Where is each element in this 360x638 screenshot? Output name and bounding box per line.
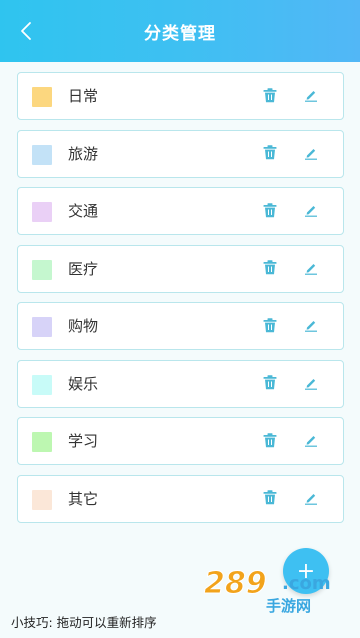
category-label: 学习 bbox=[68, 432, 99, 450]
plus-icon: + bbox=[296, 558, 316, 584]
page-title: 分类管理 bbox=[144, 23, 216, 44]
edit-button[interactable] bbox=[302, 86, 320, 104]
trash-icon bbox=[263, 375, 277, 390]
delete-button[interactable] bbox=[261, 86, 279, 104]
category-label: 日常 bbox=[68, 87, 99, 105]
delete-button[interactable] bbox=[261, 201, 279, 219]
pencil-icon bbox=[305, 436, 317, 447]
color-swatch bbox=[32, 202, 52, 222]
edit-button[interactable] bbox=[302, 431, 320, 449]
category-label: 娱乐 bbox=[68, 374, 99, 393]
category-label: 旅游 bbox=[68, 144, 99, 163]
category-item[interactable]: 交通 bbox=[17, 187, 344, 235]
app-header: 分类管理 bbox=[0, 0, 360, 62]
edit-button[interactable] bbox=[302, 144, 320, 162]
pencil-icon bbox=[305, 206, 317, 217]
edit-button[interactable] bbox=[302, 316, 320, 334]
reorder-tip: 小技巧: 拖动可以重新排序 bbox=[11, 615, 157, 630]
chevron-left-icon bbox=[21, 22, 31, 40]
pencil-icon bbox=[305, 148, 317, 160]
pencil-icon bbox=[305, 493, 317, 505]
color-swatch bbox=[32, 144, 52, 165]
edit-button[interactable] bbox=[302, 374, 320, 392]
delete-button[interactable] bbox=[261, 489, 279, 507]
category-label: 其它 bbox=[68, 489, 99, 508]
trash-icon bbox=[263, 145, 277, 160]
trash-icon bbox=[263, 432, 277, 447]
color-swatch bbox=[32, 259, 52, 280]
color-swatch bbox=[32, 432, 52, 452]
pencil-icon bbox=[305, 91, 317, 102]
delete-button[interactable] bbox=[261, 144, 279, 162]
color-swatch bbox=[32, 374, 52, 395]
category-item[interactable]: 购物 bbox=[17, 302, 344, 350]
pencil-icon bbox=[305, 378, 317, 390]
color-swatch bbox=[32, 489, 52, 510]
category-item[interactable]: 日常 bbox=[17, 72, 344, 120]
category-label: 交通 bbox=[68, 202, 99, 220]
color-swatch bbox=[32, 87, 52, 107]
trash-icon bbox=[263, 490, 277, 505]
trash-icon bbox=[263, 317, 277, 332]
trash-icon bbox=[263, 87, 277, 102]
delete-button[interactable] bbox=[261, 431, 279, 449]
svg-text:289: 289 bbox=[204, 566, 267, 601]
trash-icon bbox=[263, 260, 277, 275]
category-label: 医疗 bbox=[68, 259, 99, 278]
edit-button[interactable] bbox=[302, 259, 320, 277]
svg-text:手游网: 手游网 bbox=[266, 597, 311, 615]
edit-button[interactable] bbox=[302, 201, 320, 219]
category-item[interactable]: 旅游 bbox=[17, 129, 344, 178]
back-button[interactable] bbox=[14, 18, 38, 44]
category-item[interactable]: 医疗 bbox=[17, 244, 344, 293]
main-content: 日常 旅游 交通 医疗 购物 娱乐 学习 其它 + 289 .com 手游网 小技巧: 拖动可… bbox=[0, 62, 360, 638]
category-item[interactable]: 学习 bbox=[17, 417, 344, 465]
color-swatch bbox=[32, 317, 52, 337]
delete-button[interactable] bbox=[261, 316, 279, 334]
edit-button[interactable] bbox=[302, 489, 320, 507]
category-item[interactable]: 其它 bbox=[17, 474, 344, 523]
category-item[interactable]: 娱乐 bbox=[17, 359, 344, 408]
category-list: 日常旅游交通医疗购物娱乐学习其它 bbox=[17, 72, 344, 532]
pencil-icon bbox=[305, 321, 317, 332]
delete-button[interactable] bbox=[261, 374, 279, 392]
trash-icon bbox=[263, 202, 277, 217]
add-category-button[interactable]: + bbox=[283, 548, 329, 594]
category-label: 购物 bbox=[68, 317, 99, 335]
pencil-icon bbox=[305, 263, 317, 275]
delete-button[interactable] bbox=[261, 259, 279, 277]
